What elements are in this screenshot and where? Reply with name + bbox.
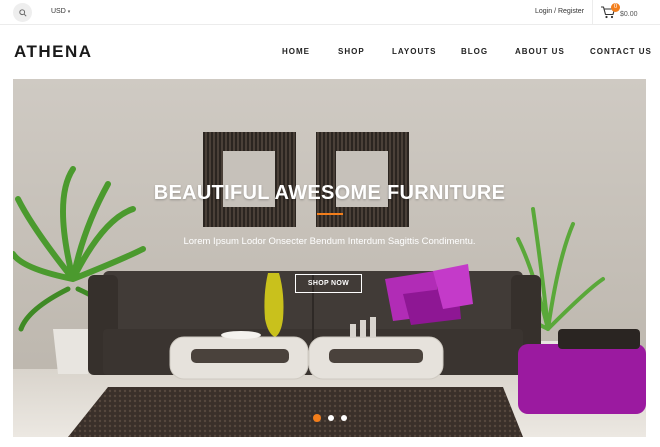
hero-slider[interactable]: BEAUTIFUL AWESOME FURNITURE Lorem Ipsum … [13,79,646,437]
currency-selector[interactable]: USD ▾ [51,8,70,15]
shop-now-button[interactable]: SHOP NOW [295,274,362,293]
login-register-link[interactable]: Login / Register [535,8,584,15]
nav-home[interactable]: HOME [282,47,310,56]
slider-dot-2[interactable] [328,415,334,421]
slider-dot-3[interactable] [341,415,347,421]
cart-total[interactable]: $0.00 [620,11,638,18]
main-nav: HOME SHOP LAYOUTS BLOG ABOUT US CONTACT … [0,47,660,59]
search-icon [18,8,27,17]
top-bar: USD ▾ Login / Register 0 $0.00 [0,0,660,25]
coffee-table-left [169,331,309,380]
nav-about-us[interactable]: ABOUT US [515,47,565,56]
hero-background-image [13,79,646,437]
hero-title: BEAUTIFUL AWESOME FURNITURE [153,182,506,204]
hero-subtitle: Lorem Ipsum Lodor Onsecter Bendum Interd… [183,236,476,247]
slider-dot-1[interactable] [313,414,321,422]
nav-layouts[interactable]: LAYOUTS [392,47,437,56]
cart-count-badge: 0 [611,3,620,12]
nav-contact-us[interactable]: CONTACT US [590,47,652,56]
currency-label: USD [51,8,66,15]
search-button[interactable] [13,3,32,22]
nav-blog[interactable]: BLOG [461,47,488,56]
divider [592,0,593,25]
carpet [68,387,523,437]
hero-title-underline [317,213,343,215]
nav-shop[interactable]: SHOP [338,47,365,56]
chevron-down-icon: ▾ [67,8,71,15]
mirror-left [203,132,296,227]
